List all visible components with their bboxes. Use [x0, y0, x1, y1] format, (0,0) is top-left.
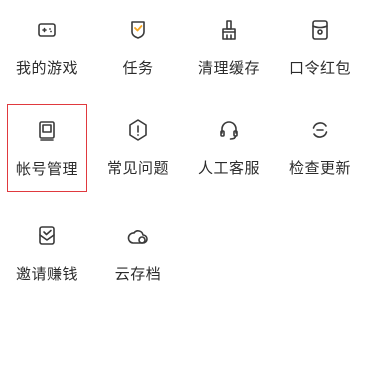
menu-item-clear-cache[interactable]: 清理缓存 [189, 4, 269, 84]
menu-item-tasks[interactable]: 任务 [98, 4, 178, 84]
menu-item-label: 检查更新 [288, 159, 351, 177]
headset-icon [217, 118, 241, 142]
brush-icon [217, 18, 241, 42]
menu-item-label: 清理缓存 [197, 59, 260, 77]
menu-item-customer-service[interactable]: 人工客服 [189, 104, 269, 184]
menu-item-invite-earn[interactable]: 邀请赚钱 [7, 210, 87, 290]
menu-item-check-update[interactable]: 检查更新 [280, 104, 360, 184]
red-packet-icon [308, 18, 332, 42]
menu-item-label: 常见问题 [106, 159, 169, 177]
menu-item-label: 邀请赚钱 [15, 265, 78, 283]
menu-item-label: 我的游戏 [15, 59, 78, 77]
account-book-icon [35, 119, 59, 143]
menu-item-label: 云存档 [114, 265, 162, 283]
menu-item-label: 任务 [122, 59, 154, 77]
task-shield-icon [126, 18, 150, 42]
menu-item-my-games[interactable]: 我的游戏 [7, 4, 87, 84]
menu-item-account-management[interactable]: 帐号管理 [7, 104, 87, 192]
gamepad-icon [35, 18, 59, 42]
invite-envelope-icon [35, 224, 59, 248]
menu-item-label: 人工客服 [197, 159, 260, 177]
menu-item-label: 帐号管理 [15, 160, 78, 178]
menu-item-label: 口令红包 [288, 59, 351, 77]
cloud-icon [126, 224, 150, 248]
menu-grid: 我的游戏 任务 清理缓存 口令红包 帐号管理 常见问题 人工客服 检查更新 邀请… [0, 0, 374, 380]
faq-hexagon-icon [126, 118, 150, 142]
update-refresh-icon [308, 118, 332, 142]
menu-item-faq[interactable]: 常见问题 [98, 104, 178, 184]
menu-item-red-packet-code[interactable]: 口令红包 [280, 4, 360, 84]
menu-item-cloud-save[interactable]: 云存档 [98, 210, 178, 290]
